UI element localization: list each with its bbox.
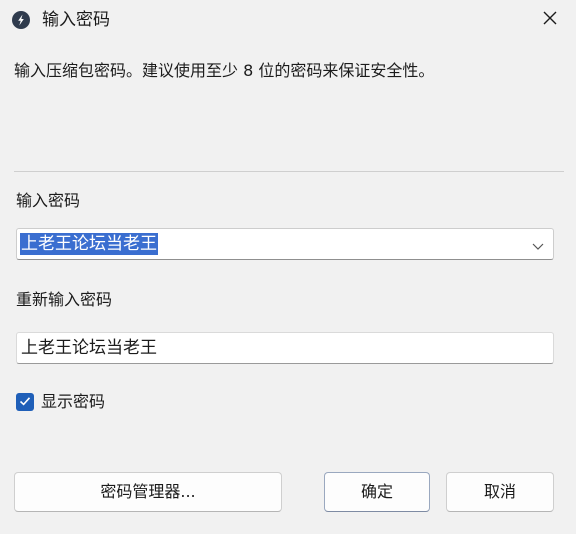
- close-icon[interactable]: [542, 10, 558, 30]
- show-password-label[interactable]: 显示密码: [41, 391, 105, 413]
- password-label: 输入密码: [16, 191, 81, 210]
- divider: [14, 171, 564, 172]
- password-dialog: 输入密码 输入压缩包密码。建议使用至少 8 位的密码来保证安全性。 输入密码 上…: [0, 0, 576, 534]
- confirm-password-label: 重新输入密码: [16, 290, 113, 309]
- ok-button[interactable]: 确定: [324, 472, 430, 512]
- confirm-password-value[interactable]: 上老王论坛当老王: [21, 337, 157, 359]
- cancel-button[interactable]: 取消: [446, 472, 554, 512]
- close-button[interactable]: [538, 8, 562, 32]
- chevron-down-icon[interactable]: [531, 238, 545, 252]
- checkmark-icon: [18, 393, 32, 412]
- password-manager-button[interactable]: 密码管理器...: [14, 472, 282, 512]
- lightning-icon: [12, 11, 30, 29]
- password-value[interactable]: 上老王论坛当老王: [20, 233, 158, 255]
- password-combobox[interactable]: 上老王论坛当老王: [16, 228, 554, 260]
- show-password-checkbox[interactable]: [16, 393, 34, 411]
- confirm-password-input[interactable]: 上老王论坛当老王: [16, 332, 554, 364]
- window-title: 输入密码: [42, 10, 110, 30]
- title-bar: 输入密码: [0, 0, 576, 40]
- description-text: 输入压缩包密码。建议使用至少 8 位的密码来保证安全性。: [14, 61, 435, 80]
